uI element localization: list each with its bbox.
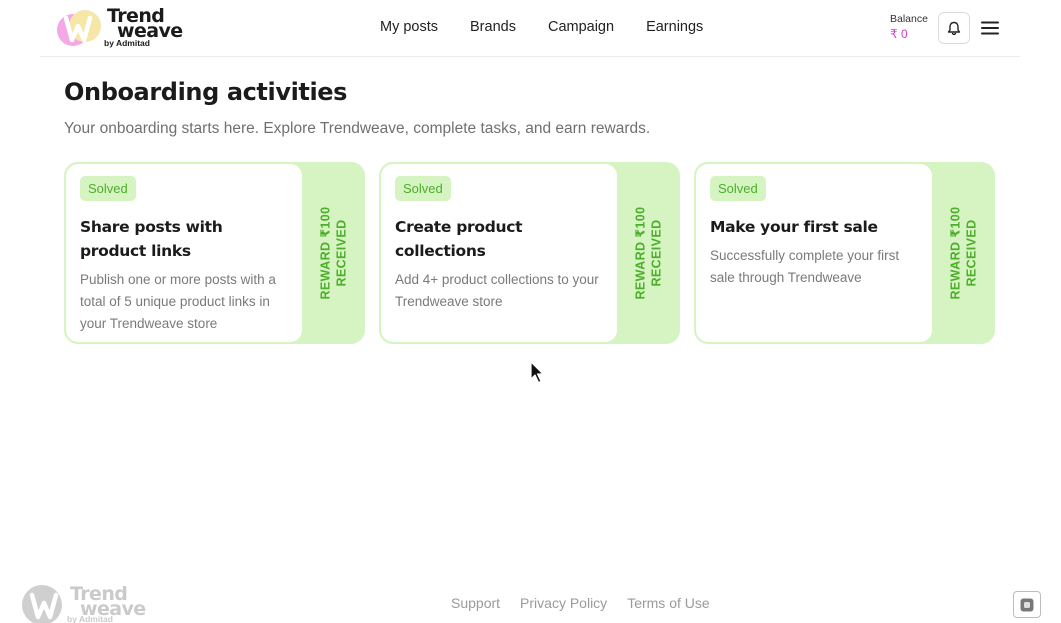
reward-status: RECEIVED xyxy=(649,219,664,287)
logo-wordmark: Trend weave xyxy=(70,585,146,619)
menu-button[interactable] xyxy=(980,18,1000,38)
reward-label: REWARD ₹100 RECEIVED xyxy=(948,207,980,300)
status-badge: Solved xyxy=(80,176,136,201)
nav-item-brands[interactable]: Brands xyxy=(470,19,516,35)
card-description: Successfully complete your first sale th… xyxy=(710,248,900,285)
widget-icon xyxy=(1020,598,1034,611)
onboarding-card[interactable]: Solved Create product collections Add 4+… xyxy=(379,162,680,344)
onboarding-card[interactable]: Solved Share posts with product links Pu… xyxy=(64,162,365,344)
card-title: Create product collections xyxy=(395,218,523,260)
reward-label: REWARD ₹100 RECEIVED xyxy=(633,207,665,300)
footer-widget-button[interactable] xyxy=(1013,591,1041,618)
trendweave-logo[interactable]: Trend weave by Admitad xyxy=(57,7,187,49)
bell-icon xyxy=(947,21,961,35)
onboarding-card[interactable]: Solved Make your first sale Successfully… xyxy=(694,162,995,344)
balance-value: ₹ 0 xyxy=(890,27,908,41)
balance-label: Balance xyxy=(890,13,928,25)
nav-item-my-posts[interactable]: My posts xyxy=(380,19,438,35)
card-description: Publish one or more posts with a total o… xyxy=(80,272,276,331)
nav-item-earnings[interactable]: Earnings xyxy=(646,19,703,35)
card-description: Add 4+ product collections to your Trend… xyxy=(395,272,599,309)
reward-strip: REWARD ₹100 RECEIVED xyxy=(932,164,993,342)
reward-strip: REWARD ₹100 RECEIVED xyxy=(302,164,363,342)
reward-amount: REWARD ₹100 xyxy=(318,206,333,300)
footer-link-terms-of-use[interactable]: Terms of Use xyxy=(627,595,709,611)
card-title: Make your first sale xyxy=(710,218,878,236)
balance-widget[interactable]: Balance ₹ 0 xyxy=(890,13,934,41)
nav-item-campaign[interactable]: Campaign xyxy=(548,19,614,35)
logo-tagline: by Admitad xyxy=(67,614,113,623)
trendweave-logo-mark-icon xyxy=(22,585,62,623)
footer-logo[interactable]: Trend weave by Admitad xyxy=(20,584,150,623)
reward-amount: REWARD ₹100 xyxy=(633,206,648,300)
reward-status: RECEIVED xyxy=(334,219,349,287)
footer-link-privacy-policy[interactable]: Privacy Policy xyxy=(520,595,607,611)
trendweave-logo-mark-icon xyxy=(57,10,101,46)
logo-tagline: by Admitad xyxy=(104,38,150,48)
footer-link-support[interactable]: Support xyxy=(451,595,500,611)
status-badge: Solved xyxy=(395,176,451,201)
mouse-cursor-icon xyxy=(530,361,544,384)
top-header: Trend weave by Admitad My posts Brands C… xyxy=(40,0,1020,57)
footer-links: Support Privacy Policy Terms of Use xyxy=(451,595,710,611)
card-body: Solved Make your first sale Successfully… xyxy=(696,164,932,342)
reward-label: REWARD ₹100 RECEIVED xyxy=(318,207,350,300)
page-title: Onboarding activities xyxy=(64,78,348,106)
reward-status: RECEIVED xyxy=(964,219,979,287)
logo-wordmark: Trend weave xyxy=(107,7,183,41)
onboarding-cards: Solved Share posts with product links Pu… xyxy=(64,162,995,344)
page-subtitle: Your onboarding starts here. Explore Tre… xyxy=(64,120,651,137)
reward-strip: REWARD ₹100 RECEIVED xyxy=(617,164,678,342)
reward-amount: REWARD ₹100 xyxy=(948,206,963,300)
notifications-button[interactable] xyxy=(938,12,970,44)
card-title: Share posts with product links xyxy=(80,218,223,260)
card-body: Solved Share posts with product links Pu… xyxy=(66,164,302,342)
card-body: Solved Create product collections Add 4+… xyxy=(381,164,617,342)
hamburger-menu-icon xyxy=(981,21,999,35)
status-badge: Solved xyxy=(710,176,766,201)
main-nav: My posts Brands Campaign Earnings xyxy=(380,19,703,35)
